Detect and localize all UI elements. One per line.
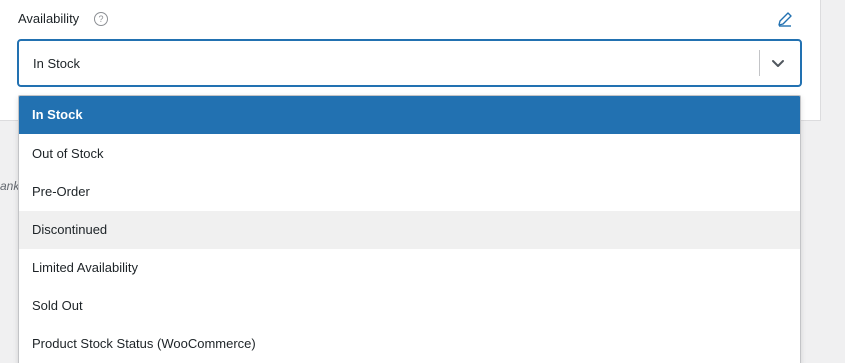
option-pre-order[interactable]: Pre-Order — [19, 173, 800, 211]
option-sold-out[interactable]: Sold Out — [19, 287, 800, 325]
chevron-down-icon[interactable] — [769, 55, 787, 73]
availability-dropdown-list: In Stock Out of Stock Pre-Order Disconti… — [18, 95, 801, 363]
option-product-stock-status[interactable]: Product Stock Status (WooCommerce) — [19, 325, 800, 363]
option-discontinued[interactable]: Discontinued — [19, 211, 800, 249]
select-divider — [759, 50, 760, 76]
option-in-stock[interactable]: In Stock — [19, 96, 800, 134]
truncated-side-text: ank — [0, 179, 20, 193]
pencil-icon[interactable] — [775, 9, 795, 29]
select-current-value: In Stock — [33, 56, 80, 71]
option-out-of-stock[interactable]: Out of Stock — [19, 135, 800, 173]
option-limited-availability[interactable]: Limited Availability — [19, 249, 800, 287]
availability-select[interactable]: In Stock — [17, 39, 802, 87]
availability-label: Availability — [18, 11, 80, 26]
question-circle-icon[interactable]: ? — [94, 12, 108, 26]
